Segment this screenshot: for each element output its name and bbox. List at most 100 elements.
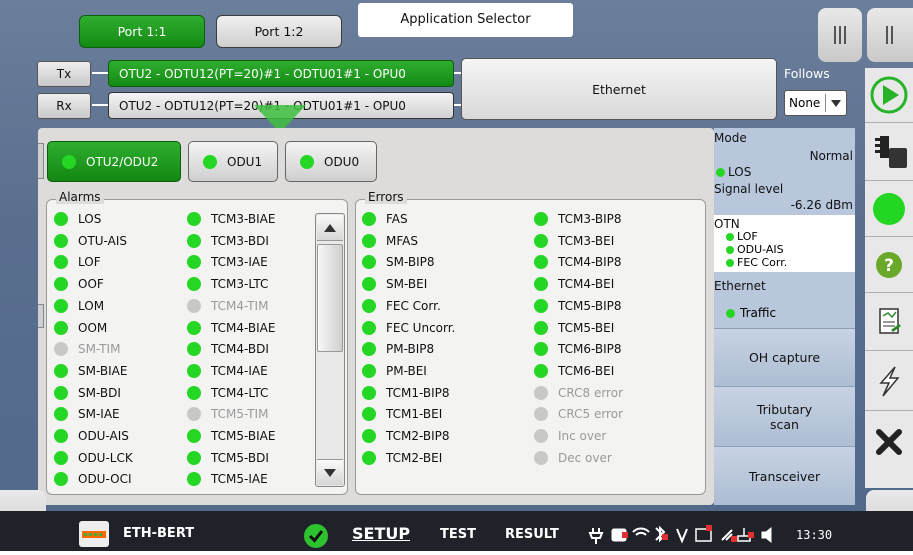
error-inject-button[interactable] xyxy=(865,351,913,411)
item-label: TCM3-BIP8 xyxy=(558,212,622,226)
alarm-item: SM-TIM xyxy=(54,342,120,357)
status-led-icon xyxy=(726,308,735,318)
side-panel-toggle[interactable] xyxy=(818,8,862,62)
alarm-item: TCM4-BDI xyxy=(187,342,269,357)
status-led-icon xyxy=(54,212,68,226)
ethernet-section[interactable]: Ethernet Traffic xyxy=(714,272,855,328)
alarm-item: TCM3-BIAE xyxy=(187,212,275,226)
alarm-item: ODU-LCK xyxy=(54,450,133,465)
tab-port-1-2[interactable]: Port 1:2 xyxy=(216,15,342,48)
status-led-icon xyxy=(54,429,68,443)
otn-lof: LOF xyxy=(737,230,758,243)
item-label: TCM4-BIP8 xyxy=(558,255,622,270)
item-label: TCM5-BIAE xyxy=(211,429,276,443)
layer-otu2-odu2-button[interactable]: OTU2/ODU2 xyxy=(47,141,181,182)
tab-port-1-1[interactable]: Port 1:1 xyxy=(79,15,205,48)
status-led-icon xyxy=(187,472,201,487)
status-led-icon xyxy=(54,472,68,487)
error-item: TCM2-BEI xyxy=(362,450,442,465)
status-led-icon xyxy=(54,255,68,270)
status-led-icon xyxy=(362,407,376,422)
triangle-up-icon xyxy=(324,224,336,232)
led-status-button[interactable] xyxy=(865,181,913,237)
tx-button[interactable]: Tx xyxy=(37,61,91,87)
system-tray-icons xyxy=(588,525,772,544)
scroll-down-button[interactable] xyxy=(317,459,343,485)
alarm-item: LOF xyxy=(54,255,101,270)
transceiver-button[interactable]: Transceiver xyxy=(714,446,855,505)
error-item: TCM6-BEI xyxy=(534,363,614,378)
alarm-item: SM-BIAE xyxy=(54,363,127,378)
status-led-icon xyxy=(362,255,376,270)
layer-odu1-button[interactable]: ODU1 xyxy=(188,141,278,182)
item-label: TCM3-BIAE xyxy=(211,212,276,226)
item-label: LOM xyxy=(78,298,105,313)
status-led-icon xyxy=(187,450,201,465)
alarm-item: TCM3-BDI xyxy=(187,233,269,248)
mode-section[interactable]: Mode Normal LOS Signal level -6.26 dBm xyxy=(714,128,855,215)
scroll-up-button[interactable] xyxy=(317,215,343,241)
status-led-icon xyxy=(362,298,376,313)
tab-result[interactable]: RESULT xyxy=(505,527,559,542)
layer-scroll-left[interactable] xyxy=(38,143,44,179)
status-led-icon xyxy=(534,342,548,357)
status-led-icon xyxy=(54,407,68,422)
otn-label: OTN xyxy=(714,217,740,231)
status-led-icon xyxy=(187,255,201,270)
chevron-down-icon xyxy=(831,100,841,107)
alarm-item: OOM xyxy=(54,320,107,335)
status-led-icon xyxy=(187,429,201,443)
tab-setup[interactable]: SETUP xyxy=(352,524,410,543)
item-label: LOS xyxy=(78,212,102,226)
alarms-scrollbar[interactable] xyxy=(315,213,345,487)
alarm-item: TCM4-IAE xyxy=(187,363,268,378)
panel-lines-icon xyxy=(886,26,893,44)
oh-capture-button[interactable]: OH capture xyxy=(714,328,855,386)
item-label: PM-BEI xyxy=(386,363,427,378)
sidebar-toggle[interactable] xyxy=(867,8,913,62)
scroll-thumb[interactable] xyxy=(317,244,343,352)
status-led-icon xyxy=(54,450,68,465)
client-ethernet-button[interactable]: Ethernet xyxy=(461,58,777,120)
status-led-icon xyxy=(716,167,725,177)
tributary-scan-button[interactable]: Tributary scan xyxy=(714,386,855,446)
status-led-icon xyxy=(187,363,201,378)
status-led-icon xyxy=(362,277,376,292)
item-label: TCM3-LTC xyxy=(211,277,269,292)
otn-section[interactable]: OTN LOF ODU-AIS FEC Corr. xyxy=(714,215,855,272)
traffic-light-button[interactable] xyxy=(865,123,913,181)
error-item: TCM5-BIP8 xyxy=(534,298,622,313)
status-led-icon xyxy=(362,320,376,335)
item-label: Dec over xyxy=(558,450,612,465)
svg-text:?: ? xyxy=(884,256,894,276)
item-label: Inc over xyxy=(558,429,607,443)
item-label: TCM6-BIP8 xyxy=(558,342,622,357)
status-led-icon xyxy=(187,320,201,335)
alarm-item: ODU-OCI xyxy=(54,472,132,487)
start-button[interactable] xyxy=(865,68,913,123)
panel-scroll-left[interactable] xyxy=(38,304,44,328)
tx-signal-chain[interactable]: OTU2 - ODTU12(PT=20)#1 - ODTU01#1 - OPU0 xyxy=(108,60,454,87)
item-label: MFAS xyxy=(386,233,418,248)
follows-label: Follows xyxy=(784,66,830,81)
rx-button[interactable]: Rx xyxy=(37,93,91,119)
tab-test[interactable]: TEST xyxy=(440,527,476,542)
item-label: CRC8 error xyxy=(558,385,623,400)
item-label: TCM4-LTC xyxy=(211,385,269,400)
app-icon[interactable] xyxy=(79,521,109,547)
status-led-icon xyxy=(54,385,68,400)
status-led-icon xyxy=(187,233,201,248)
help-button[interactable]: ? xyxy=(865,237,913,293)
item-label: SM-IAE xyxy=(78,407,120,422)
ethernet-traffic: Traffic xyxy=(740,306,777,320)
application-selector[interactable]: Application Selector xyxy=(358,3,573,37)
follows-select[interactable]: None xyxy=(784,90,847,116)
status-led-icon xyxy=(534,407,548,422)
close-button[interactable] xyxy=(865,411,913,473)
layer-label: OTU2/ODU2 xyxy=(86,154,159,169)
item-label: ODU-OCI xyxy=(78,472,132,487)
layer-odu0-button[interactable]: ODU0 xyxy=(285,141,377,182)
item-label: CRC5 error xyxy=(558,407,623,422)
item-label: TCM2-BIP8 xyxy=(386,429,450,443)
report-button[interactable] xyxy=(865,293,913,351)
